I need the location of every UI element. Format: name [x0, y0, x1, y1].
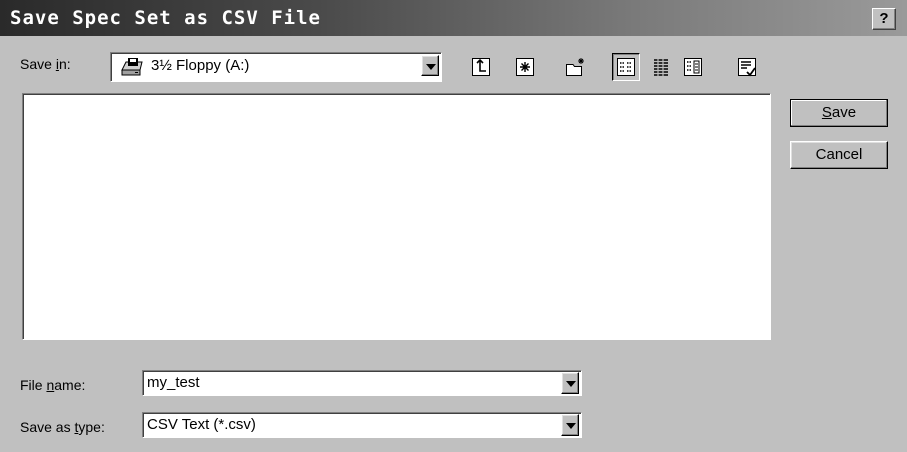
cancel-button[interactable]: Cancel	[790, 141, 888, 169]
file-name-combo[interactable]: my_test	[142, 370, 582, 396]
new-folder-button[interactable]	[562, 54, 588, 80]
up-one-level-icon	[472, 58, 490, 76]
window-title: Save Spec Set as CSV File	[10, 7, 321, 29]
properties-view-button[interactable]	[680, 54, 706, 80]
chevron-down-icon	[566, 423, 576, 429]
up-one-level-button[interactable]	[468, 54, 494, 80]
file-list[interactable]	[22, 93, 771, 340]
save-as-type-value: CSV Text (*.csv)	[147, 416, 256, 433]
commands-button[interactable]	[734, 54, 760, 80]
new-folder-icon	[566, 58, 584, 76]
save-as-type-dropdown[interactable]: CSV Text (*.csv)	[142, 412, 582, 438]
floppy-drive-icon	[121, 58, 143, 76]
save-in-dropdown-button[interactable]	[421, 55, 439, 76]
list-view-button[interactable]	[612, 53, 640, 81]
save-in-value: 3½ Floppy (A:)	[151, 57, 250, 74]
details-view-icon	[654, 59, 668, 76]
list-view-icon	[617, 58, 635, 76]
chevron-down-icon	[566, 381, 576, 387]
desktop-icon	[516, 58, 534, 76]
properties-view-icon	[684, 58, 702, 76]
title-bar[interactable]: Save Spec Set as CSV File ?	[0, 0, 907, 36]
file-name-dropdown-button[interactable]	[561, 372, 579, 394]
save-button[interactable]: Save	[790, 99, 888, 127]
details-view-button[interactable]	[648, 54, 674, 80]
help-button[interactable]: ?	[872, 8, 896, 30]
commands-icon	[738, 58, 756, 77]
save-dialog: Save Spec Set as CSV File ? Save in: 3½ …	[0, 0, 907, 452]
save-in-dropdown[interactable]: 3½ Floppy (A:)	[110, 52, 442, 82]
chevron-down-icon	[426, 64, 436, 70]
desktop-button[interactable]	[512, 54, 538, 80]
save-as-type-label: Save as type:	[20, 419, 105, 435]
save-in-label: Save in:	[20, 56, 71, 72]
save-as-type-dropdown-button[interactable]	[561, 414, 579, 436]
file-name-label: File name:	[20, 377, 86, 393]
file-name-input[interactable]: my_test	[147, 374, 200, 391]
